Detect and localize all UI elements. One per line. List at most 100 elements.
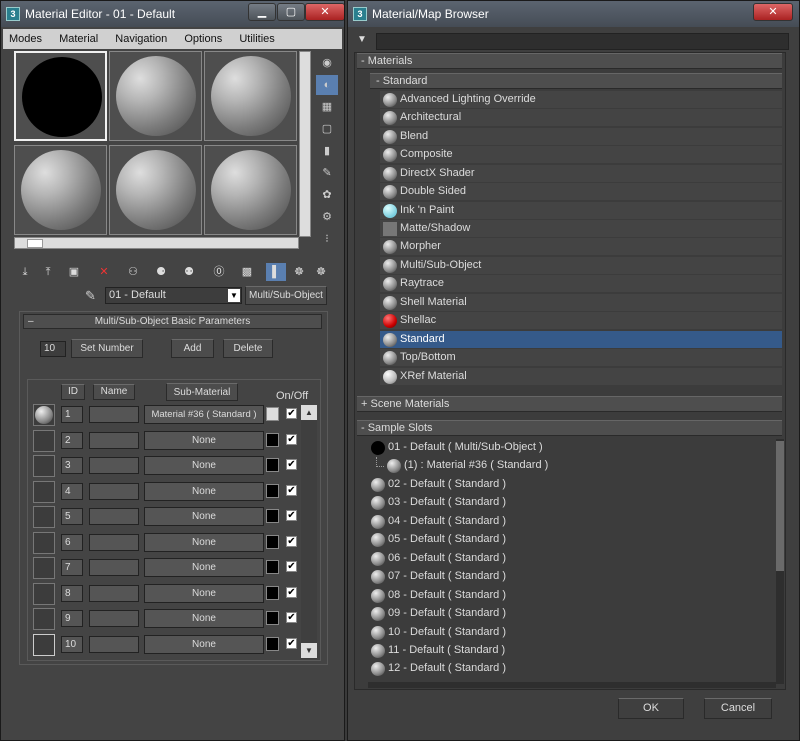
material-item[interactable]: Shellac: [380, 312, 782, 330]
material-item[interactable]: Advanced Lighting Override: [380, 91, 782, 109]
color-swatch[interactable]: [266, 560, 279, 574]
sub-preview-thumb[interactable]: [33, 634, 55, 656]
material-item[interactable]: Top/Bottom: [380, 349, 782, 367]
uv-tiling-icon[interactable]: ▢: [316, 119, 338, 139]
sub-preview-thumb[interactable]: [33, 404, 55, 426]
put-material-icon[interactable]: ⤒: [38, 263, 58, 281]
put-to-library-icon[interactable]: ⚉: [179, 263, 199, 281]
scrollbar-thumb[interactable]: [776, 441, 784, 571]
menu-material[interactable]: Material: [59, 33, 98, 45]
section-materials[interactable]: - Materials: [357, 53, 782, 69]
slots-vertical-scrollbar[interactable]: [299, 51, 311, 237]
pick-material-icon[interactable]: ✎: [85, 288, 96, 304]
sub-id-field[interactable]: 4: [61, 483, 83, 500]
ok-button[interactable]: OK: [618, 698, 684, 719]
sort-by-name-button[interactable]: Name: [93, 384, 135, 400]
on-off-checkbox[interactable]: ✔: [286, 510, 297, 521]
slot-item[interactable]: 11 - Default ( Standard ): [368, 642, 776, 660]
slot-item[interactable]: 09 - Default ( Standard ): [368, 605, 776, 623]
make-unique-icon[interactable]: ⚈: [151, 263, 171, 281]
sub-name-field[interactable]: [89, 534, 139, 551]
material-item[interactable]: Ink 'n Paint: [380, 202, 782, 220]
on-off-checkbox[interactable]: ✔: [286, 587, 297, 598]
backlight-icon[interactable]: ◐: [316, 75, 338, 95]
slot-item[interactable]: 01 - Default ( Multi/Sub-Object ): [368, 439, 776, 457]
slots-horizontal-scrollbar[interactable]: [14, 237, 299, 249]
color-swatch[interactable]: [266, 586, 279, 600]
material-item[interactable]: Morpher: [380, 238, 782, 256]
sub-name-field[interactable]: [89, 585, 139, 602]
show-map-icon[interactable]: ▩: [237, 263, 257, 281]
menu-navigation[interactable]: Navigation: [115, 33, 167, 45]
material-item[interactable]: Blend: [380, 128, 782, 146]
slot-item-child[interactable]: (1) : Material #36 ( Standard ): [384, 457, 776, 475]
delete-button[interactable]: Delete: [223, 339, 273, 358]
sample-type-icon[interactable]: ◉: [316, 53, 338, 73]
slot-item[interactable]: 05 - Default ( Standard ): [368, 531, 776, 549]
copy-material-icon[interactable]: ⚇: [123, 263, 143, 281]
sub-preview-thumb[interactable]: [33, 481, 55, 503]
scroll-up-icon[interactable]: ▲: [301, 405, 317, 420]
on-off-checkbox[interactable]: ✔: [286, 638, 297, 649]
menu-utilities[interactable]: Utilities: [239, 33, 274, 45]
color-swatch[interactable]: [266, 458, 279, 472]
sub-material-button[interactable]: None: [144, 507, 264, 526]
chevron-down-icon[interactable]: ▼: [228, 289, 240, 302]
on-off-checkbox[interactable]: ✔: [286, 612, 297, 623]
on-off-checkbox[interactable]: ✔: [286, 459, 297, 470]
sort-by-submaterial-button[interactable]: Sub-Material: [166, 383, 238, 401]
browser-options-icon[interactable]: ▼: [357, 34, 367, 45]
color-swatch[interactable]: [266, 484, 279, 498]
slot-item[interactable]: 10 - Default ( Standard ): [368, 624, 776, 642]
section-standard[interactable]: - Standard: [370, 73, 782, 89]
sample-slot-2[interactable]: [109, 51, 202, 141]
sample-slot-1[interactable]: [14, 51, 107, 141]
get-material-icon[interactable]: ⤓: [15, 263, 35, 281]
material-item[interactable]: XRef Material: [380, 368, 782, 386]
color-swatch[interactable]: [266, 535, 279, 549]
rollout-header[interactable]: – Multi/Sub-Object Basic Parameters: [23, 314, 322, 329]
sub-id-field[interactable]: 7: [61, 559, 83, 576]
options-icon[interactable]: ✿: [316, 185, 338, 205]
section-scene-materials[interactable]: + Scene Materials: [357, 396, 782, 412]
material-type-button[interactable]: Multi/Sub-Object: [245, 286, 327, 305]
sub-preview-thumb[interactable]: [33, 608, 55, 630]
sub-preview-thumb[interactable]: [33, 583, 55, 605]
sub-id-field[interactable]: 2: [61, 432, 83, 449]
material-item[interactable]: Architectural: [380, 109, 782, 127]
editor-titlebar[interactable]: 3 Material Editor - 01 - Default ▁ ▢ ✕: [1, 1, 344, 27]
material-item[interactable]: Multi/Sub-Object: [380, 257, 782, 275]
sub-preview-thumb[interactable]: [33, 557, 55, 579]
sub-id-field[interactable]: 8: [61, 585, 83, 602]
sub-name-field[interactable]: [89, 636, 139, 653]
sub-material-button[interactable]: None: [144, 584, 264, 603]
sub-material-button[interactable]: None: [144, 482, 264, 501]
color-swatch[interactable]: [266, 433, 279, 447]
browser-titlebar[interactable]: 3 Material/Map Browser ✕: [348, 1, 799, 27]
sub-id-field[interactable]: 9: [61, 610, 83, 627]
sub-name-field[interactable]: [89, 432, 139, 449]
sub-id-field[interactable]: 10: [61, 636, 83, 653]
close-button[interactable]: ✕: [305, 3, 344, 21]
color-swatch[interactable]: [266, 637, 279, 651]
add-button[interactable]: Add: [171, 339, 214, 358]
sub-material-button[interactable]: None: [144, 456, 264, 475]
material-id-channel-icon[interactable]: ⓪: [209, 263, 229, 281]
sub-preview-thumb[interactable]: [33, 532, 55, 554]
sub-preview-thumb[interactable]: [33, 506, 55, 528]
maximize-button[interactable]: ▢: [277, 3, 305, 21]
sample-slot-4[interactable]: [14, 145, 107, 235]
sub-preview-thumb[interactable]: [33, 430, 55, 452]
sort-by-id-button[interactable]: ID: [61, 384, 85, 400]
on-off-checkbox[interactable]: ✔: [286, 485, 297, 496]
cancel-button[interactable]: Cancel: [704, 698, 772, 719]
go-forward-sibling-icon[interactable]: ☸: [311, 263, 331, 281]
sample-slot-5[interactable]: [109, 145, 202, 235]
reset-material-icon[interactable]: ✕: [94, 263, 114, 281]
sub-name-field[interactable]: [89, 483, 139, 500]
slot-item[interactable]: 12 - Default ( Standard ): [368, 660, 776, 678]
material-item[interactable]: Double Sided: [380, 183, 782, 201]
assign-material-icon[interactable]: ▣: [64, 263, 84, 281]
slot-item[interactable]: 06 - Default ( Standard ): [368, 550, 776, 568]
sub-name-field[interactable]: [89, 457, 139, 474]
